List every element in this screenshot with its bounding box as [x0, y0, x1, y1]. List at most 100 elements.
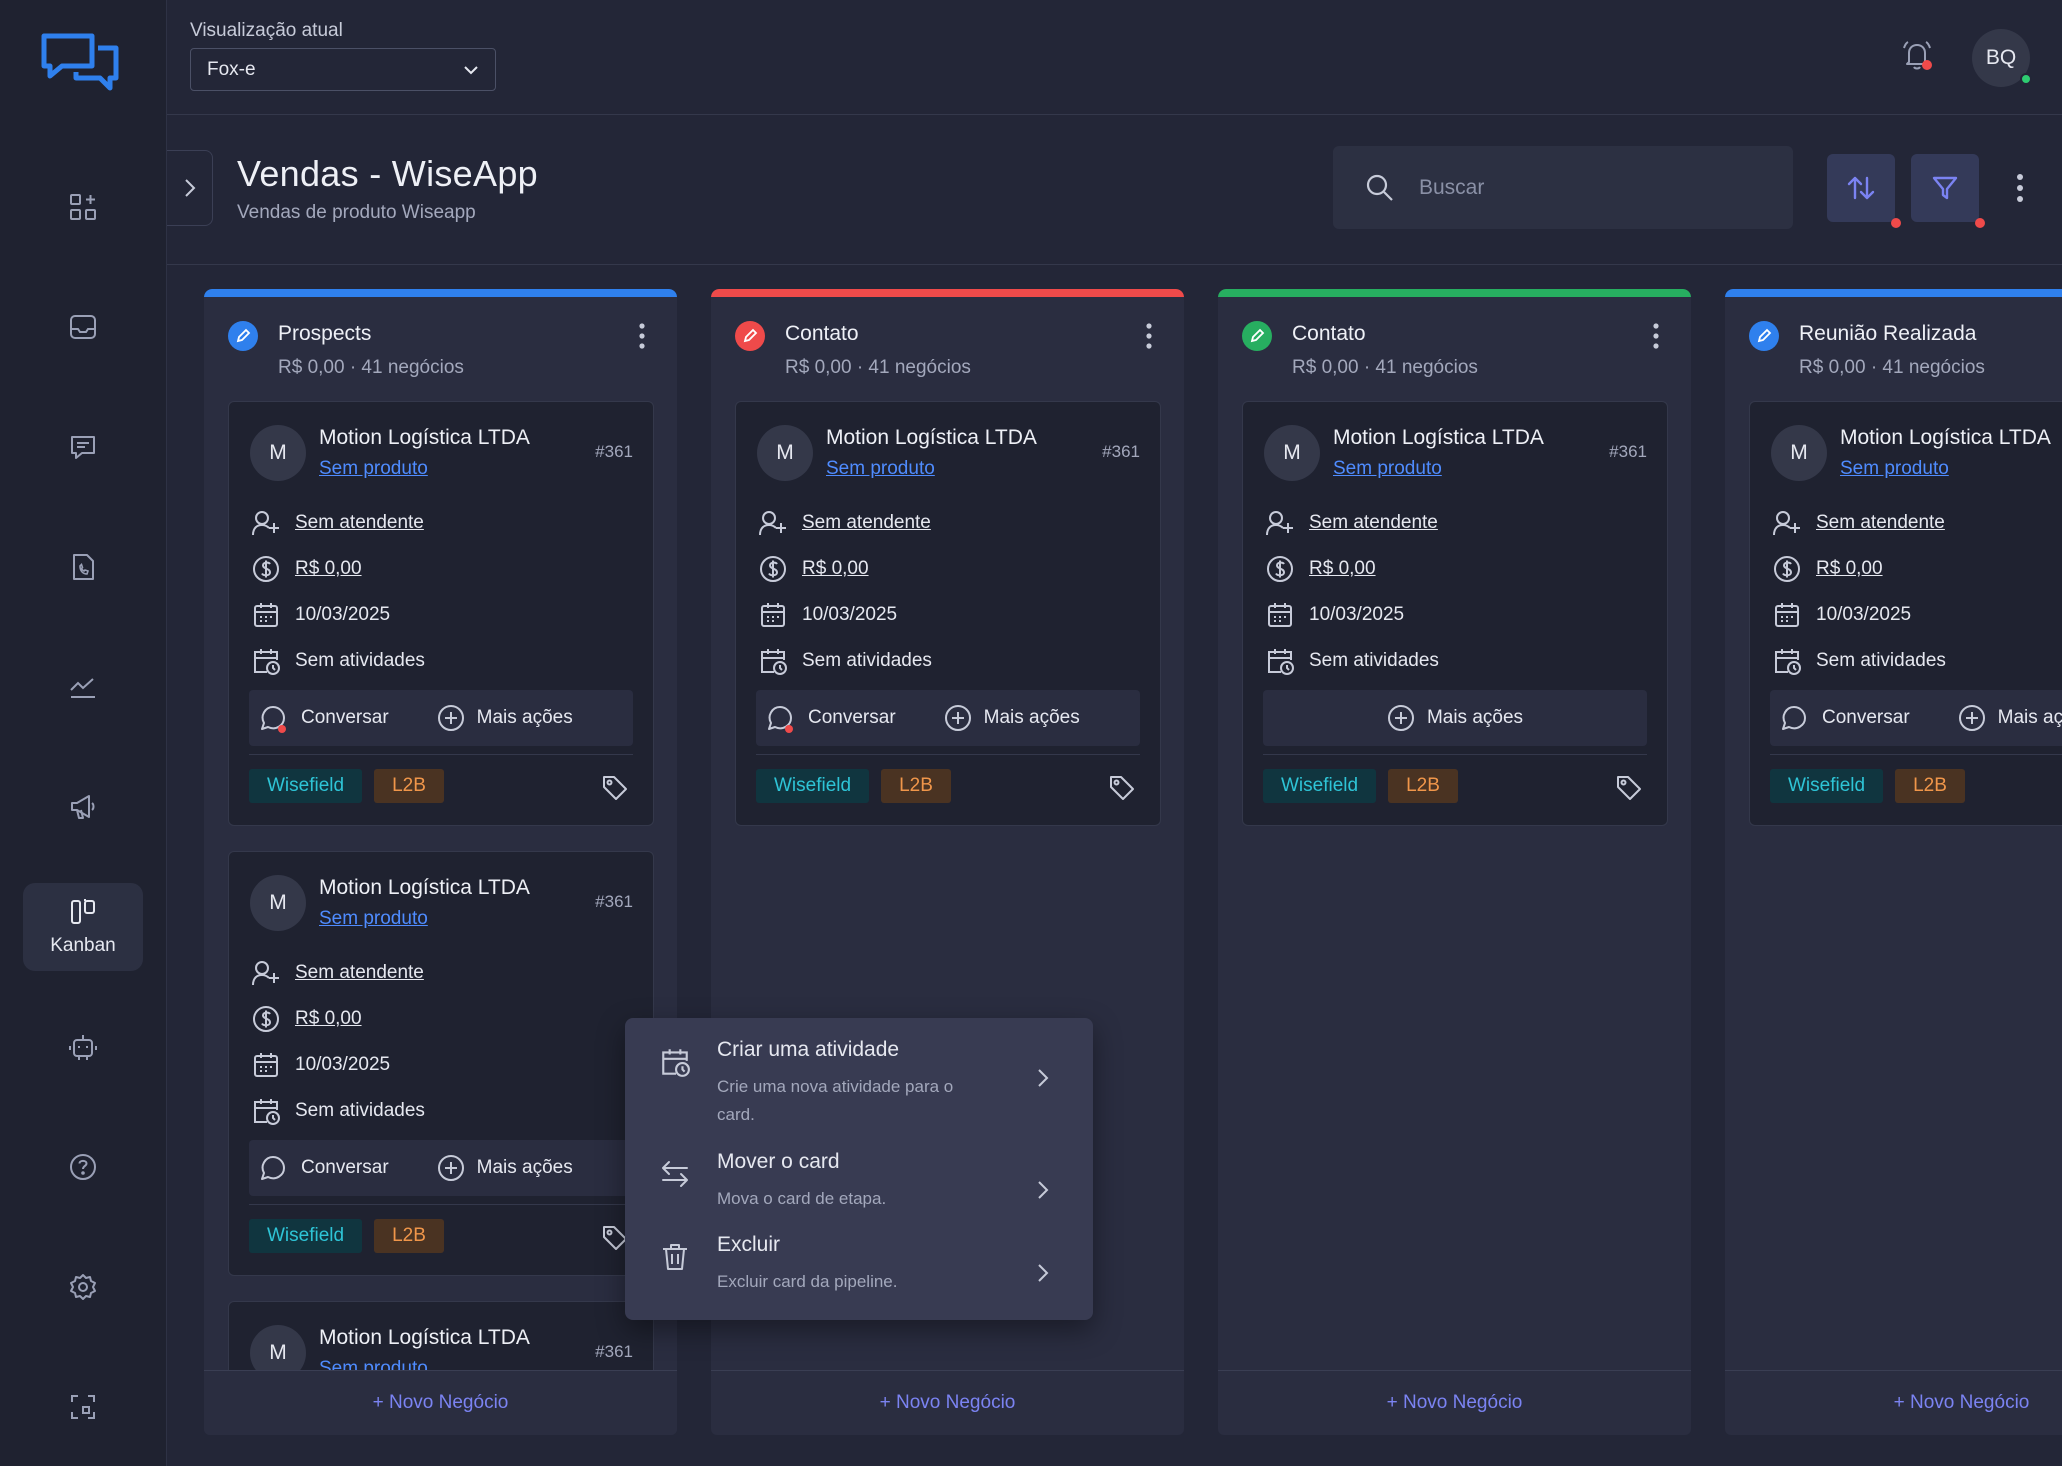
nav-chat[interactable]	[23, 403, 143, 491]
nav-campaigns[interactable]	[23, 763, 143, 851]
chat-action-button[interactable]: Conversar	[764, 702, 896, 734]
chat-action-label: Conversar	[808, 707, 896, 728]
card-id: #361	[595, 442, 633, 461]
card-value-row[interactable]: R$ 0,00	[1265, 553, 1376, 585]
menu-item-delete[interactable]: Excluir Excluir card da pipeline.	[625, 1213, 1093, 1303]
card-value-row[interactable]: R$ 0,00	[251, 1003, 362, 1035]
more-options-button[interactable]	[2016, 173, 2024, 203]
menu-item-move-card[interactable]: Mover o card Mova o card de etapa.	[625, 1130, 1093, 1220]
card-date: 10/03/2025	[295, 604, 391, 625]
chat-action-button[interactable]: Conversar	[257, 702, 389, 734]
nav-scan[interactable]	[23, 1363, 143, 1451]
kebab-icon	[2016, 173, 2024, 203]
tag-icon[interactable]	[1615, 774, 1643, 802]
new-deal-button[interactable]: + Novo Negócio	[204, 1370, 677, 1435]
calendar-icon	[251, 600, 295, 630]
expand-panel-button[interactable]	[167, 150, 213, 226]
tag-l2b[interactable]: L2B	[1895, 769, 1965, 803]
card-value-row[interactable]: R$ 0,00	[758, 553, 869, 585]
card-attendant-row[interactable]: Sem atendente	[758, 507, 931, 539]
more-actions-label: Mais ações	[476, 707, 573, 728]
tag-wisefield[interactable]: Wisefield	[756, 769, 870, 803]
new-deal-button[interactable]: + Novo Negócio	[711, 1370, 1184, 1435]
chat-action-label: Conversar	[1822, 707, 1910, 728]
card-product-link[interactable]: Sem produto	[1333, 458, 1442, 480]
search-box[interactable]	[1333, 146, 1793, 229]
column-menu-button[interactable]	[1653, 323, 1659, 349]
view-label: Visualização atual	[190, 20, 343, 41]
card-context-menu: Criar uma atividade Crie uma nova ativid…	[625, 1018, 1093, 1320]
notifications-button[interactable]	[1900, 38, 1934, 72]
chat-action-button[interactable]: Conversar	[1778, 702, 1910, 734]
tag-wisefield[interactable]: Wisefield	[1263, 769, 1377, 803]
card-avatar: M	[757, 425, 813, 481]
deal-card[interactable]: M Motion Logística LTDA Sem produto #361…	[228, 401, 654, 826]
nav-help[interactable]	[23, 1123, 143, 1211]
card-company-name: Motion Logística LTDA	[1840, 426, 2051, 449]
new-deal-button[interactable]: + Novo Negócio	[1725, 1370, 2062, 1435]
card-date-row: 10/03/2025	[251, 599, 390, 631]
search-input[interactable]	[1419, 175, 1719, 200]
card-attendant-row[interactable]: Sem atendente	[1772, 507, 1945, 539]
more-actions-button[interactable]: Mais ações	[437, 704, 573, 732]
card-date: 10/03/2025	[802, 604, 898, 625]
menu-item-create-activity[interactable]: Criar uma atividade Crie uma nova ativid…	[625, 1018, 1093, 1124]
tag-icon[interactable]	[1108, 774, 1136, 802]
chevron-right-icon	[1037, 1068, 1049, 1088]
more-actions-button[interactable]: Mais ações	[437, 1154, 573, 1182]
user-avatar[interactable]: BQ	[1972, 29, 2032, 87]
menu-item-desc: Excluir card da pipeline.	[717, 1272, 898, 1291]
card-tags: Wisefield L2B	[1263, 769, 1458, 803]
more-actions-label: Mais ações	[476, 1157, 573, 1178]
card-product-link[interactable]: Sem produto	[319, 458, 428, 480]
tag-l2b[interactable]: L2B	[881, 769, 951, 803]
card-value: R$ 0,00	[1816, 558, 1883, 579]
user-initials: BQ	[1985, 46, 2017, 69]
card-avatar: M	[1771, 425, 1827, 481]
chat-action-button[interactable]: Conversar	[257, 1152, 389, 1184]
tag-icon[interactable]	[601, 774, 629, 802]
nav-settings[interactable]	[23, 1243, 143, 1331]
calendar-clock-icon	[659, 1046, 691, 1078]
add-user-icon	[251, 509, 295, 537]
card-product-link[interactable]: Sem produto	[826, 458, 935, 480]
column-menu-button[interactable]	[1146, 323, 1152, 349]
app-logo[interactable]	[40, 30, 120, 100]
pencil-icon	[228, 321, 258, 351]
card-attendant-row[interactable]: Sem atendente	[251, 507, 424, 539]
more-actions-button[interactable]: Mais ações	[1387, 704, 1523, 732]
deal-card[interactable]: M Motion Logística LTDA Sem produto #361…	[1242, 401, 1668, 826]
tag-wisefield[interactable]: Wisefield	[249, 769, 363, 803]
nav-dashboard[interactable]	[23, 163, 143, 251]
card-product-link[interactable]: Sem produto	[319, 908, 428, 930]
dollar-icon	[251, 554, 295, 584]
tag-l2b[interactable]: L2B	[374, 769, 444, 803]
tag-l2b[interactable]: L2B	[1388, 769, 1458, 803]
nav-inbox[interactable]	[23, 283, 143, 371]
nav-kanban[interactable]: Kanban	[23, 883, 143, 971]
more-actions-button[interactable]: Mais ações	[944, 704, 1080, 732]
card-product-link[interactable]: Sem produto	[1840, 458, 1949, 480]
deal-card[interactable]: M Motion Logística LTDA Sem produto #361…	[228, 851, 654, 1276]
card-attendant: Sem atendente	[1816, 512, 1945, 533]
more-actions-button[interactable]: Mais ações	[1958, 704, 2062, 732]
nav-reports[interactable]	[23, 643, 143, 731]
tag-wisefield[interactable]: Wisefield	[249, 1219, 363, 1253]
nav-calls[interactable]	[23, 523, 143, 611]
card-attendant-row[interactable]: Sem atendente	[251, 957, 424, 989]
tag-l2b[interactable]: L2B	[374, 1219, 444, 1253]
pencil-icon	[1242, 321, 1272, 351]
sort-button[interactable]	[1827, 154, 1901, 228]
card-attendant-row[interactable]: Sem atendente	[1265, 507, 1438, 539]
view-select[interactable]: Fox-e	[190, 48, 496, 91]
search-icon	[1365, 173, 1395, 203]
new-deal-button[interactable]: + Novo Negócio	[1218, 1370, 1691, 1435]
deal-card[interactable]: M Motion Logística LTDA Sem produto #361…	[735, 401, 1161, 826]
nav-bots[interactable]	[23, 1003, 143, 1091]
tag-wisefield[interactable]: Wisefield	[1770, 769, 1884, 803]
card-value-row[interactable]: R$ 0,00	[251, 553, 362, 585]
deal-card[interactable]: M Motion Logística LTDA Sem produto Sem …	[1749, 401, 2062, 826]
filter-button[interactable]	[1911, 154, 1985, 228]
card-value-row[interactable]: R$ 0,00	[1772, 553, 1883, 585]
column-menu-button[interactable]	[639, 323, 645, 349]
